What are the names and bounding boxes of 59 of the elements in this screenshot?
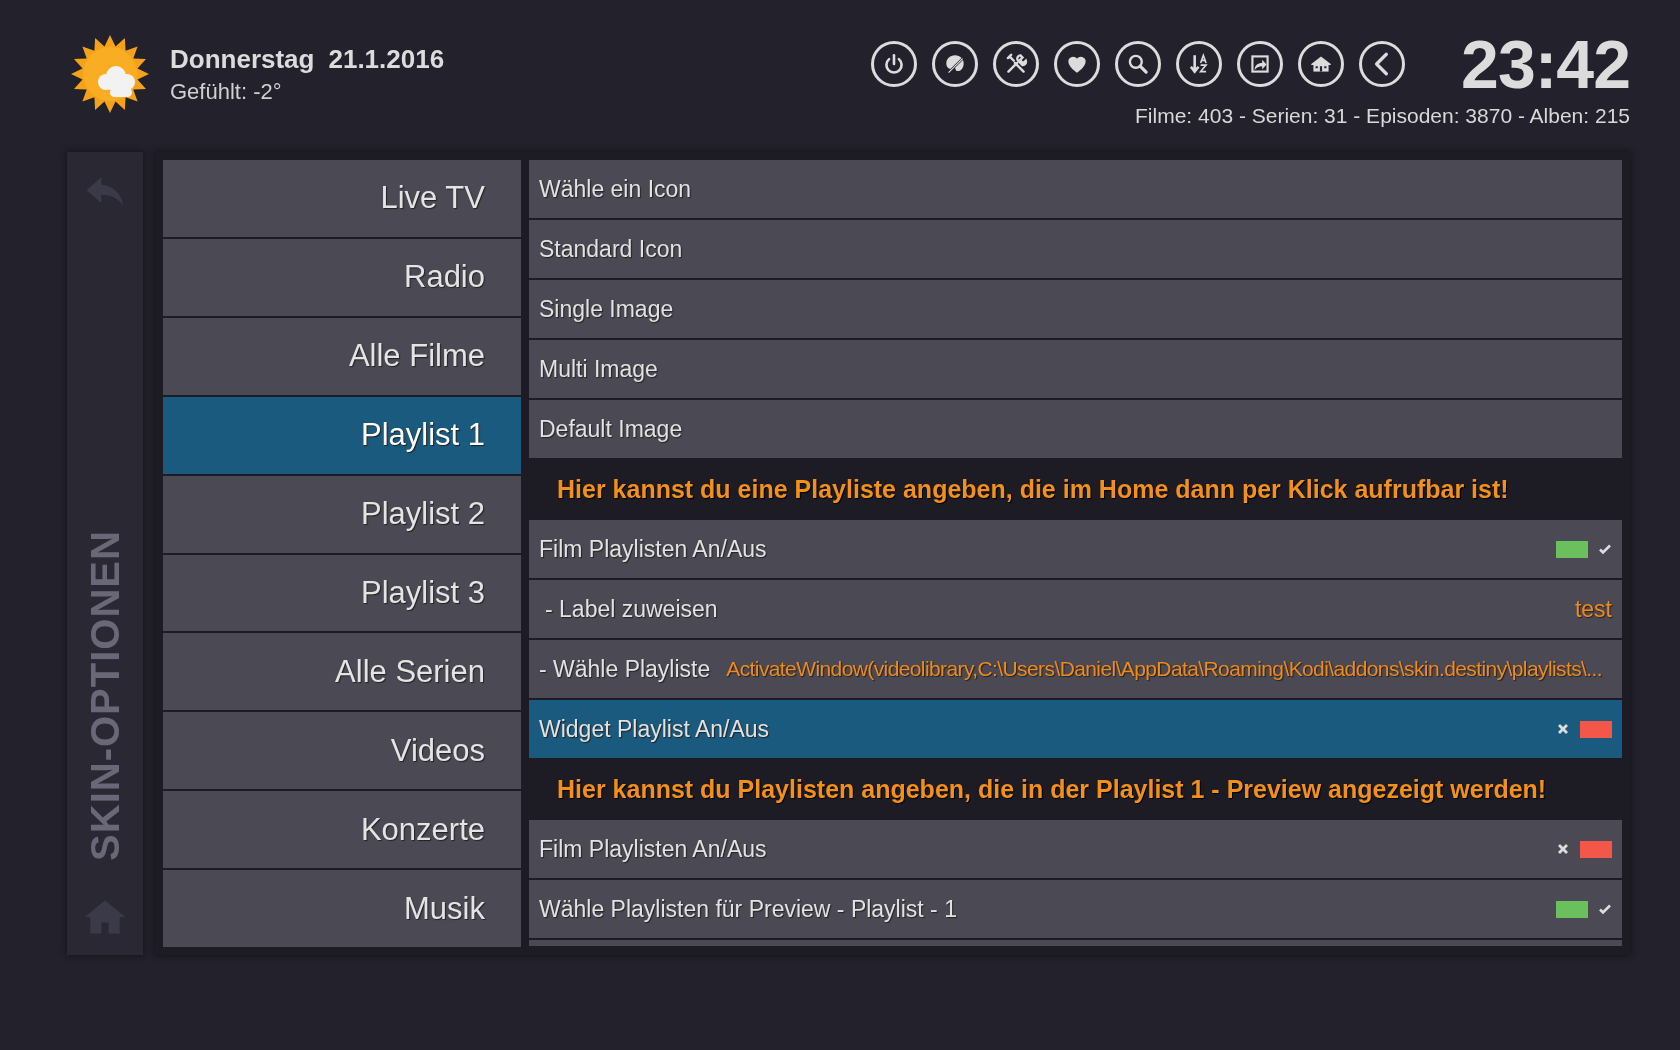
option-label: Standard Icon [539,235,683,263]
option-label: Single Image [539,295,674,323]
menu-item[interactable]: Videos [163,712,521,790]
chevron-left-button[interactable] [1359,41,1406,87]
feels-like-temperature: Gefühlt: -2° [170,78,283,105]
toggle-indicator[interactable] [1556,900,1588,918]
power-button[interactable] [871,41,918,87]
menu-item[interactable]: Playlist 1 [163,396,521,474]
option-row[interactable]: Default Image [529,400,1622,458]
menu-item[interactable]: Alle Filme [163,317,521,395]
check-icon [1598,542,1612,556]
menu-item[interactable]: Musik [163,870,521,948]
option-row[interactable]: Wähle Playlisten für Preview - Playlist - 1 [529,880,1622,938]
menu-item[interactable]: Alle Serien [163,633,521,711]
section-hint: Hier kannst du eine Playliste angeben, die im Home dann per Klick aufrufbar ist! [557,474,1509,504]
label-value: test [1574,595,1612,623]
option-row[interactable]: Film Playlisten An/Aus [529,820,1622,878]
option-label: Default Image [539,415,683,443]
option-label: Wähle ein Icon [539,175,692,203]
option-row[interactable]: Standard Icon [529,220,1622,278]
weekday-label: Donnerstag [170,43,315,75]
menu-item[interactable]: Playlist 3 [163,554,521,632]
option-row[interactable]: Multi Image [529,340,1622,398]
search-button[interactable] [1115,41,1162,87]
option-row[interactable]: - Wähle Playliste ActivateWindow(videolibrary,C:\Users\Daniel\AppData\Roaming\Kodi\addons\skin.destiny\playlists\... [529,640,1622,698]
option-label: - Wähle Playliste [539,655,711,683]
toggle-indicator[interactable] [1556,540,1588,558]
menu-item[interactable]: Radio [163,238,521,316]
tools-button[interactable] [993,41,1040,87]
option-label: Film Playlisten An/Aus [539,535,767,563]
option-label: - Label zuweisen [544,595,718,623]
option-label: Wähle Playlisten für Preview - Playlist - 1 [539,895,957,923]
option-row[interactable]: Film Playlisten An/Aus [529,520,1622,578]
date-label: 21.1.2016 [328,43,445,75]
toggle-indicator[interactable] [1580,720,1612,738]
weather-icon [70,34,150,114]
option-row[interactable]: - Label zuweisen test [529,580,1622,638]
option-row[interactable]: Wähle ein Icon [529,160,1622,218]
menu-item[interactable]: Live TV [163,160,521,237]
option-row[interactable]: Single Image [529,280,1622,338]
arrow-box-button[interactable] [1237,41,1284,87]
heart-button[interactable] [1054,41,1101,87]
house-button[interactable] [1298,41,1345,87]
section-hint: Hier kannst du Playlisten angeben, die in der Playlist 1 - Preview angezeigt werden! [557,774,1547,804]
cross-icon [1556,842,1570,856]
option-label: Film Playlisten An/Aus [539,835,767,863]
playlist-path: ActivateWindow(videolibrary,C:\Users\Daniel\AppData\Roaming\Kodi\addons\skin.destiny\playlists\... [726,657,1602,681]
option-label: Widget Playlist An/Aus [539,715,770,743]
library-stats: Filme: 403 - Serien: 31 - Episoden: 3870 - Alben: 215 [1135,104,1630,128]
menu-item[interactable]: Konzerte [163,791,521,869]
sort-button[interactable] [1176,41,1223,87]
option-row[interactable]: Widget Playlist An/Aus [529,700,1622,758]
menu-item[interactable]: Playlist 2 [163,475,521,553]
toggle-indicator[interactable] [1580,840,1612,858]
clock: 23:42 [1461,28,1630,100]
check-icon [1598,902,1612,916]
option-label: Multi Image [539,355,658,383]
section-title: SKIN-OPTIONEN [82,529,128,861]
cross-icon [1556,722,1570,736]
